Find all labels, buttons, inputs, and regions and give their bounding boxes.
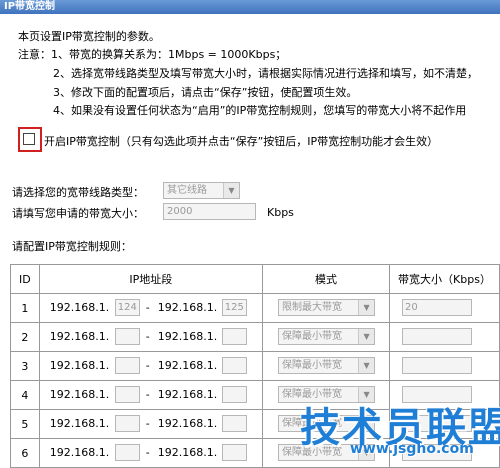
- table-row: 3 192.168.1. - 192.168.1. 保障最小带宽 ▼: [10, 351, 500, 381]
- ip-start-input[interactable]: [114, 415, 140, 432]
- mode-select[interactable]: 保障最小带宽 ▼: [278, 357, 376, 374]
- line-type-value: 其它线路: [167, 185, 207, 196]
- row-id: 1: [10, 293, 40, 323]
- row-id: 3: [10, 351, 40, 381]
- chevron-down-icon: ▼: [358, 329, 375, 344]
- watermark-url: www.jsgho.com: [350, 441, 474, 457]
- ip-prefix-end: 192.168.1.: [157, 446, 218, 459]
- mode-cell: 限制最大带宽 ▼: [262, 293, 391, 323]
- line-type-select[interactable]: 其它线路 ▼: [163, 182, 240, 199]
- ip-end-input[interactable]: [221, 444, 247, 461]
- rules-title: 请配置IP带宽控制规则：: [12, 240, 132, 253]
- ip-prefix-end: 192.168.1.: [157, 301, 218, 314]
- bandwidth-row-input[interactable]: [402, 328, 473, 345]
- row-id: 6: [10, 438, 40, 468]
- bandwidth-row-input[interactable]: [402, 357, 473, 374]
- ip-end-input[interactable]: 125: [221, 299, 247, 316]
- header-bandwidth: 带宽大小（Kbps）: [389, 264, 500, 294]
- table-row: 2 192.168.1. - 192.168.1. 保障最小带宽 ▼: [10, 322, 500, 352]
- row-id: 5: [10, 409, 40, 439]
- row-id: 2: [10, 322, 40, 352]
- ip-end-input[interactable]: [221, 415, 247, 432]
- ip-prefix-end: 192.168.1.: [157, 388, 218, 401]
- ip-dash: -: [145, 446, 150, 459]
- mode-value: 限制最大带宽: [282, 302, 343, 313]
- ip-dash: -: [145, 301, 150, 314]
- ip-range-cell: 192.168.1. - 192.168.1.: [38, 351, 264, 381]
- ip-prefix-start: 192.168.1.: [49, 359, 110, 372]
- bandwidth-unit: Kbps: [267, 206, 294, 219]
- note-1: 注意：1、带宽的换算关系为：1Mbps = 1000Kbps；: [18, 48, 287, 61]
- bandwidth-cell: [389, 322, 500, 352]
- bandwidth-row-input[interactable]: 20: [402, 299, 473, 316]
- mode-cell: 保障最小带宽 ▼: [262, 351, 391, 381]
- mode-select[interactable]: 限制最大带宽 ▼: [278, 299, 376, 316]
- mode-value: 保障最小带宽: [282, 360, 343, 371]
- watermark: 技术员联盟 www.jsgho.com: [300, 395, 500, 458]
- chevron-down-icon: ▼: [358, 300, 375, 315]
- mode-cell: 保障最小带宽 ▼: [262, 322, 391, 352]
- ip-prefix-end: 192.168.1.: [157, 330, 218, 343]
- ip-end-input[interactable]: [221, 386, 247, 403]
- ip-prefix-start: 192.168.1.: [49, 388, 110, 401]
- ip-prefix-end: 192.168.1.: [157, 359, 218, 372]
- ip-range-cell: 192.168.1. - 192.168.1.: [38, 380, 264, 410]
- mode-value: 保障最小带宽: [282, 331, 343, 342]
- ip-dash: -: [145, 388, 150, 401]
- ip-dash: -: [145, 330, 150, 343]
- line-type-label: 请选择您的宽带线路类型：: [12, 186, 144, 199]
- header-mode: 模式: [262, 264, 391, 294]
- ip-dash: -: [145, 417, 150, 430]
- ip-range-cell: 192.168.1. - 192.168.1.: [38, 438, 264, 468]
- enable-label: 开启IP带宽控制（只有勾选此项并点击“保存”按钮后，IP带宽控制功能才会生效）: [44, 135, 439, 148]
- row-id: 4: [10, 380, 40, 410]
- bandwidth-input[interactable]: 2000: [163, 203, 256, 220]
- ip-start-input[interactable]: [114, 328, 140, 345]
- ip-range-cell: 192.168.1. - 192.168.1.: [38, 409, 264, 439]
- header-ip: IP地址段: [38, 264, 264, 294]
- ip-prefix-start: 192.168.1.: [49, 417, 110, 430]
- note-4: 4、如果没有设置任何状态为“启用”的IP带宽控制规则，您填写的带宽大小将不起作用: [53, 104, 467, 117]
- note-3: 3、修改下面的配置项后，请点击“保存”按钮，使配置项生效。: [53, 86, 358, 99]
- ip-start-input[interactable]: [114, 444, 140, 461]
- chevron-down-icon: ▼: [223, 183, 239, 198]
- ip-prefix-end: 192.168.1.: [157, 417, 218, 430]
- ip-start-input[interactable]: 124: [114, 299, 140, 316]
- ip-end-input[interactable]: [221, 328, 247, 345]
- ip-start-input[interactable]: [114, 357, 140, 374]
- header-id: ID: [10, 264, 40, 294]
- bandwidth-cell: 20: [389, 293, 500, 323]
- ip-range-cell: 192.168.1. 124 - 192.168.1. 125: [38, 293, 264, 323]
- mode-select[interactable]: 保障最小带宽 ▼: [278, 328, 376, 345]
- window-title: IP带宽控制: [0, 0, 500, 14]
- table-row: 1 192.168.1. 124 - 192.168.1. 125 限制最大带宽…: [10, 293, 500, 323]
- note-2: 2、选择宽带线路类型及填写带宽大小时，请根据实际情况进行选择和填写，如不清楚，: [53, 67, 478, 80]
- bandwidth-label: 请填写您申请的带宽大小：: [12, 207, 144, 220]
- bandwidth-cell: [389, 351, 500, 381]
- ip-end-input[interactable]: [221, 357, 247, 374]
- page-intro: 本页设置IP带宽控制的参数。: [18, 30, 160, 43]
- ip-dash: -: [145, 359, 150, 372]
- ip-prefix-start: 192.168.1.: [49, 330, 110, 343]
- table-header-row: ID IP地址段 模式 带宽大小（Kbps）: [10, 264, 500, 294]
- enable-checkbox[interactable]: [23, 133, 35, 145]
- ip-prefix-start: 192.168.1.: [49, 301, 110, 314]
- ip-range-cell: 192.168.1. - 192.168.1.: [38, 322, 264, 352]
- ip-prefix-start: 192.168.1.: [49, 446, 110, 459]
- ip-start-input[interactable]: [114, 386, 140, 403]
- chevron-down-icon: ▼: [358, 358, 375, 373]
